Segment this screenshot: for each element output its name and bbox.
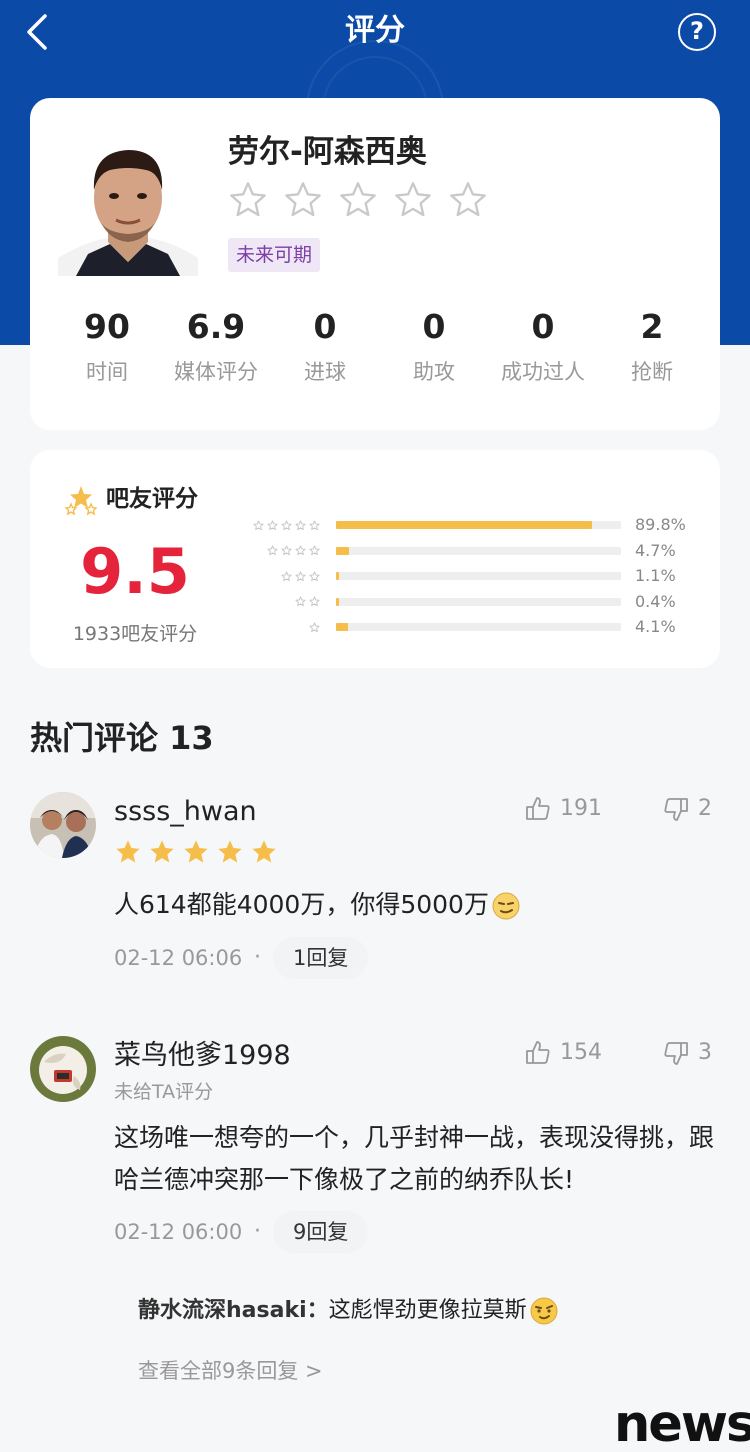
- stat-label: 成功过人: [501, 360, 585, 384]
- distribution-row-2-stars: 0.4%: [30, 589, 720, 615]
- comment-username[interactable]: 菜鸟他爹1998: [114, 1038, 291, 1074]
- comment-text: 人614都能4000万，你得5000万: [114, 884, 714, 926]
- sly-face-emoji-icon: [492, 892, 520, 920]
- star-level-icons: [253, 512, 320, 538]
- filled-star-icon: [218, 840, 242, 863]
- separator-dot: ·: [254, 945, 261, 970]
- comment-time: 02-12 06:00: [114, 1220, 243, 1244]
- distribution-bar-track: [336, 597, 621, 606]
- dislike-button[interactable]: 3: [662, 1038, 712, 1068]
- empty-star-icon[interactable]: [338, 180, 378, 220]
- reply-count-button[interactable]: 9回复: [273, 1211, 369, 1253]
- thumbs-down-icon: [664, 798, 688, 821]
- separator-dot: ·: [254, 1219, 261, 1244]
- stat-label: 抢断: [631, 360, 673, 384]
- empty-star-icon[interactable]: [283, 180, 323, 220]
- distribution-row-1-stars: 4.1%: [30, 614, 720, 640]
- star-level-icons: [281, 563, 320, 589]
- fan-rating-title: 吧友评分: [106, 486, 198, 512]
- comment-username[interactable]: ssss_hwan: [114, 794, 257, 830]
- player-name: 劳尔-阿森西奥: [228, 134, 427, 170]
- dislike-count: 3: [698, 1040, 712, 1065]
- reply-preview-box[interactable]: 静水流深hasaki：这彪悍劲更像拉莫斯 查看全部9条回复 >: [114, 1273, 716, 1413]
- distribution-percent: 1.1%: [635, 566, 676, 586]
- stat-tackles: 2 抢断: [597, 304, 707, 387]
- distribution-row-4-stars: 4.7%: [30, 538, 720, 564]
- stat-goals: 0 进球: [270, 304, 380, 387]
- thumbs-down-icon: [664, 1042, 688, 1065]
- reply-text: 这彪悍劲更像拉莫斯: [328, 1298, 527, 1323]
- thumbs-up-icon: [526, 797, 550, 820]
- distribution-row-3-stars: 1.1%: [30, 563, 720, 589]
- view-all-replies-link[interactable]: 查看全部9条回复 >: [138, 1355, 323, 1387]
- distribution-percent: 4.1%: [635, 617, 676, 637]
- distribution-percent: 4.7%: [635, 540, 676, 560]
- distribution-bar: [336, 521, 592, 529]
- filled-star-icon: [116, 840, 140, 863]
- like-count: 191: [560, 796, 602, 821]
- filled-star-icon: [184, 840, 208, 863]
- dislike-button[interactable]: 2: [662, 794, 712, 824]
- distribution-bar: [336, 572, 340, 581]
- distribution-percent: 89.8%: [635, 515, 686, 534]
- stat-value: 6.9: [186, 307, 246, 346]
- distribution-bar-track: [336, 546, 621, 555]
- filled-star-icon: [150, 840, 174, 863]
- dislike-count: 2: [698, 796, 712, 821]
- stat-time: 90 时间: [52, 304, 162, 387]
- stat-value: 2: [640, 307, 664, 346]
- distribution-row-5-stars: 89.8%: [30, 512, 720, 538]
- comment-text-content: 人614都能4000万，你得5000万: [114, 890, 489, 919]
- star-level-icons: [309, 614, 320, 640]
- stat-label: 进球: [304, 360, 346, 384]
- distribution-bar-track: [336, 572, 621, 581]
- distribution-bar: [336, 597, 339, 606]
- distribution-percent: 0.4%: [635, 591, 676, 611]
- distribution-bar-track: [336, 623, 621, 632]
- avatar[interactable]: [30, 1036, 96, 1102]
- stat-assists: 0 助攻: [379, 304, 489, 387]
- reply-username[interactable]: 静水流深hasaki：: [138, 1298, 329, 1323]
- rating-stars-input[interactable]: [228, 180, 488, 220]
- news-watermark: news: [614, 1395, 750, 1452]
- stat-dribbles: 0 成功过人: [488, 304, 598, 387]
- distribution-bar: [336, 623, 348, 632]
- avatar[interactable]: [30, 792, 96, 858]
- page-title: 评分: [345, 13, 405, 48]
- star-level-icons: [267, 538, 320, 564]
- help-icon[interactable]: ?: [678, 13, 716, 51]
- filled-star-icon: [252, 840, 276, 863]
- stat-value: 0: [531, 307, 555, 346]
- like-count: 154: [560, 1040, 602, 1065]
- player-photo: [58, 128, 198, 276]
- stat-value: 90: [84, 307, 130, 346]
- like-button[interactable]: 154: [524, 1038, 602, 1068]
- distribution-bar-track: [336, 521, 621, 529]
- reply-preview: 静水流深hasaki：这彪悍劲更像拉莫斯: [138, 1293, 559, 1329]
- distribution-bar: [336, 546, 350, 555]
- fan-rating-card: 吧友评分 9.5 1933吧友评分 89.8% 4.7% 1.1% 0.4% 4.1%: [30, 450, 720, 668]
- comment-time: 02-12 06:06: [114, 946, 243, 970]
- stat-label: 助攻: [413, 360, 455, 384]
- stat-value: 0: [313, 307, 337, 346]
- reply-count-button[interactable]: 1回复: [273, 937, 369, 979]
- star-level-icons: [295, 589, 320, 615]
- comment-rating-stars: [114, 838, 278, 866]
- no-rating-note: 未给TA评分: [114, 1081, 214, 1103]
- comment-text: 这场唯一想夸的一个，几乎封神一战，表现没得挑，跟哈兰德冲突那一下像极了之前的纳乔…: [114, 1123, 715, 1194]
- hot-comments-title: 热门评论 13: [30, 719, 214, 757]
- stat-label: 时间: [86, 360, 128, 384]
- player-tag: 未来可期: [228, 238, 321, 272]
- thumbs-up-icon: [526, 1041, 550, 1064]
- stat-media-rating: 6.9 媒体评分: [161, 304, 271, 387]
- player-card: 劳尔-阿森西奥 未来可期 90 时间 6.9 媒体评分 0 进球 0 助攻 0 …: [30, 98, 720, 430]
- empty-star-icon[interactable]: [228, 180, 268, 220]
- like-button[interactable]: 191: [524, 794, 602, 824]
- empty-star-icon[interactable]: [448, 180, 488, 220]
- smug-face-emoji-icon: [530, 1297, 558, 1325]
- empty-star-icon[interactable]: [393, 180, 433, 220]
- stat-label: 媒体评分: [174, 360, 258, 384]
- stat-value: 0: [422, 307, 446, 346]
